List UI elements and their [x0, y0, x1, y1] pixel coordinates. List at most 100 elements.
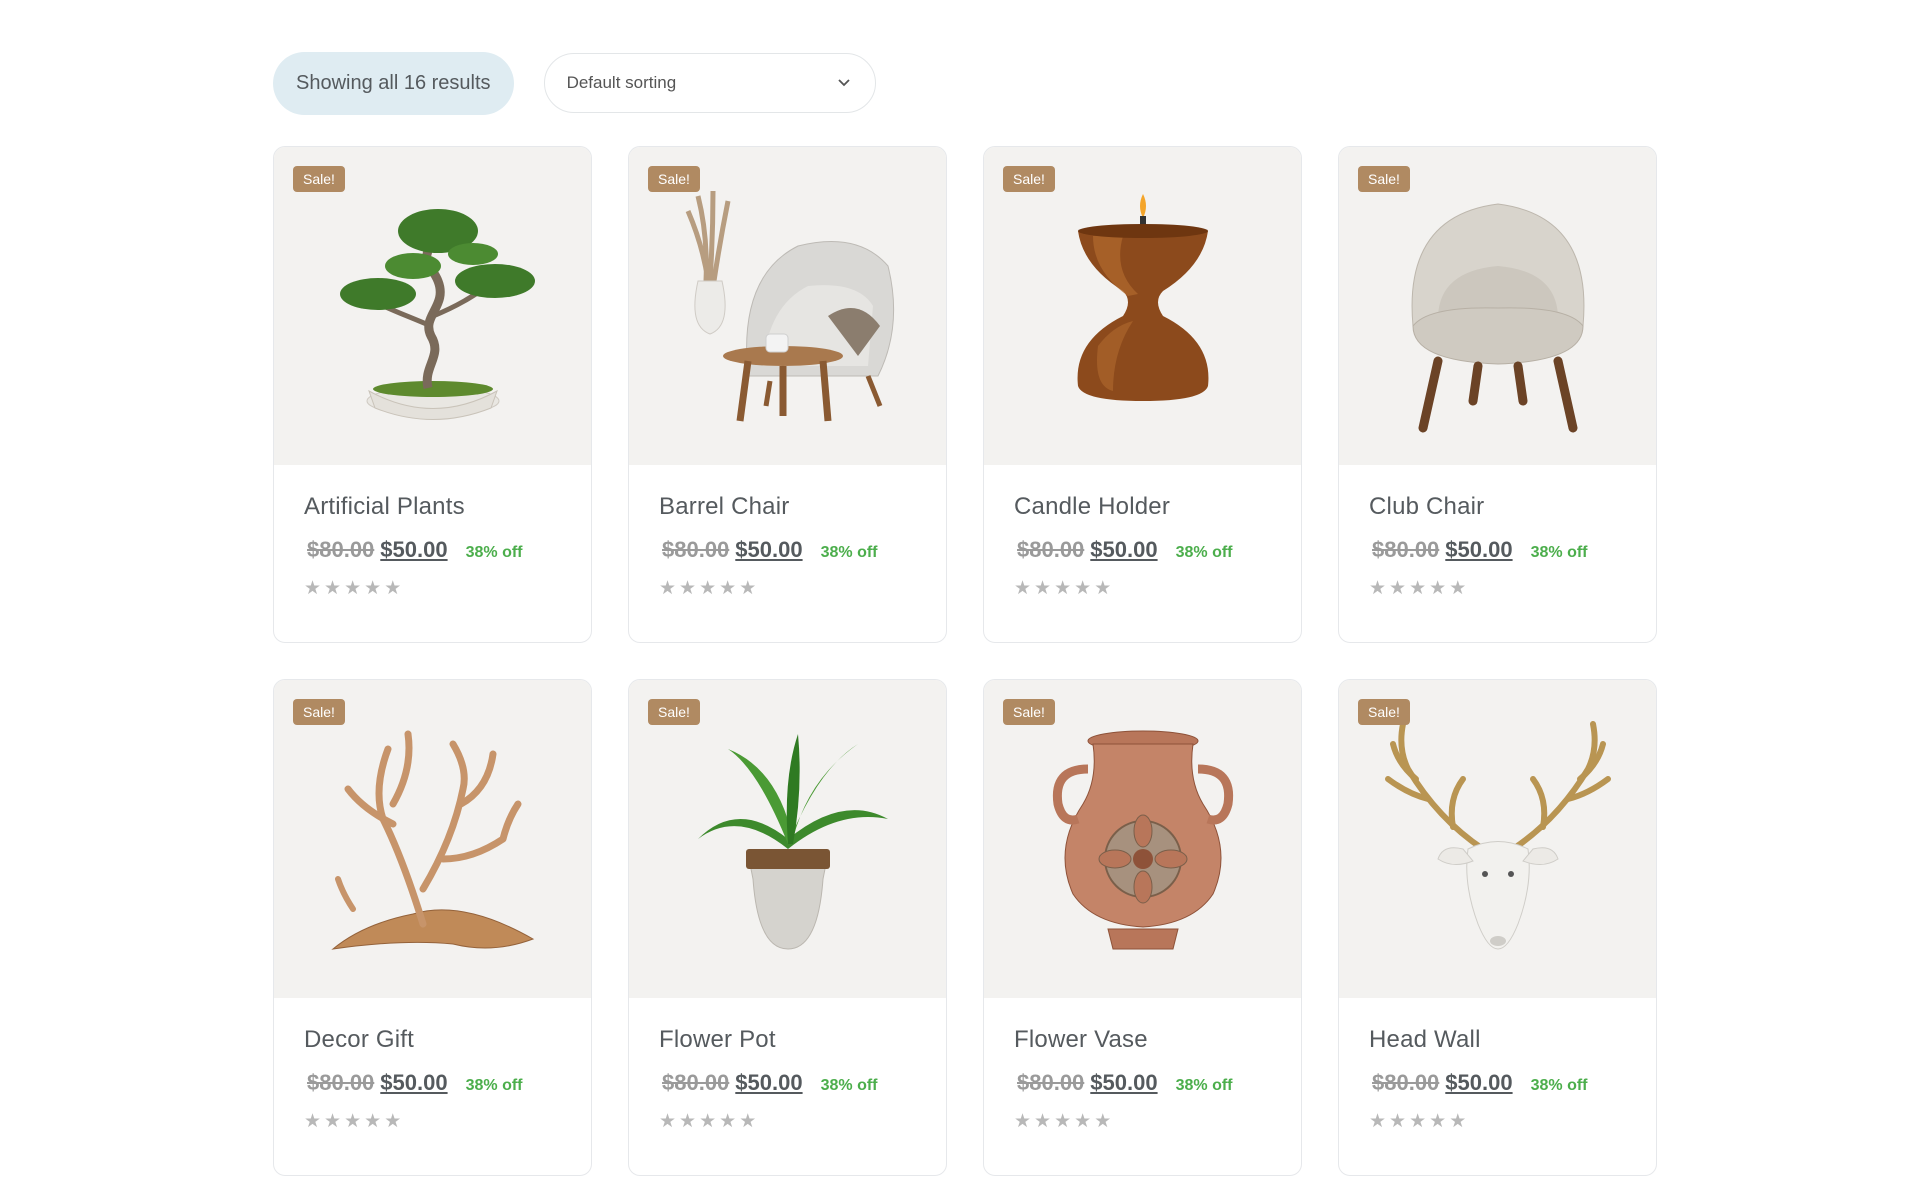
candle-holder-image	[1077, 194, 1208, 401]
sale-price: $50.00	[1445, 1070, 1513, 1095]
price-row: $80.00 $50.00 38% off	[1369, 1070, 1626, 1096]
sort-select[interactable]: Default sorting	[543, 53, 876, 113]
star-icon: ★	[1389, 1111, 1407, 1132]
star-icon: ★	[364, 1111, 382, 1132]
discount-label: 38% off	[1530, 544, 1588, 561]
star-icon: ★	[1429, 578, 1447, 599]
sale-badge: Sale!	[1003, 166, 1055, 192]
sale-badge: Sale!	[1003, 699, 1055, 725]
product-title[interactable]: Flower Pot	[659, 1026, 916, 1054]
product-title[interactable]: Decor Gift	[304, 1026, 561, 1054]
product-card[interactable]: Sale! Club Chair $80.00 $50.00 38% off ★…	[1338, 146, 1657, 643]
star-icon: ★	[739, 578, 757, 599]
star-icon: ★	[1054, 578, 1072, 599]
product-title[interactable]: Head Wall	[1369, 1026, 1626, 1054]
product-card[interactable]: Sale! Barrel Chair $80.00 $50.00 38% off	[628, 146, 947, 643]
product-image[interactable]: Sale!	[629, 680, 946, 998]
price-row: $80.00 $50.00 38% off	[304, 1070, 561, 1096]
discount-label: 38% off	[1175, 1077, 1233, 1094]
product-card[interactable]: Sale! Decor Gift $80.00 $50.00 38% off ★…	[273, 679, 592, 1176]
product-card[interactable]: Sale! Artificial Plants $80.00 $50.00 38	[273, 146, 592, 643]
price-row: $80.00 $50.00 38% off	[659, 1070, 916, 1096]
product-image[interactable]: Sale!	[1339, 680, 1656, 998]
sale-badge: Sale!	[293, 166, 345, 192]
sale-price: $50.00	[1090, 537, 1158, 562]
shop-toolbar: Showing all 16 results Default sorting	[273, 51, 876, 115]
sale-badge: Sale!	[648, 699, 700, 725]
discount-label: 38% off	[820, 544, 878, 561]
product-image[interactable]: Sale!	[1339, 147, 1656, 465]
sale-price: $50.00	[380, 1070, 448, 1095]
discount-label: 38% off	[465, 1077, 523, 1094]
discount-label: 38% off	[1530, 1077, 1588, 1094]
product-image[interactable]: Sale!	[984, 680, 1301, 998]
star-icon: ★	[1094, 1111, 1112, 1132]
sale-price: $50.00	[380, 537, 448, 562]
star-rating: ★ ★ ★ ★ ★	[1369, 577, 1626, 600]
old-price: $80.00	[662, 1070, 730, 1095]
sale-badge: Sale!	[1358, 166, 1410, 192]
sale-price: $50.00	[735, 1070, 803, 1095]
star-icon: ★	[384, 1111, 402, 1132]
old-price: $80.00	[1372, 1070, 1440, 1095]
product-grid: Sale! Artificial Plants $80.00 $50.00 38	[273, 146, 1657, 1176]
discount-label: 38% off	[1175, 544, 1233, 561]
star-icon: ★	[679, 1111, 697, 1132]
star-icon: ★	[719, 578, 737, 599]
star-icon: ★	[1449, 578, 1467, 599]
product-card[interactable]: Sale! Flower Pot $80.00 $50.00 38% off ★…	[628, 679, 947, 1176]
product-title[interactable]: Artificial Plants	[304, 493, 561, 521]
star-icon: ★	[1369, 1111, 1387, 1132]
old-price: $80.00	[307, 537, 375, 562]
star-rating: ★ ★ ★ ★ ★	[1014, 1110, 1271, 1133]
product-card[interactable]: Sale! Candle Holder $80.00 $50.00 38% of…	[983, 146, 1302, 643]
potted-plant-image	[697, 734, 888, 950]
product-title[interactable]: Barrel Chair	[659, 493, 916, 521]
product-image[interactable]: Sale!	[274, 680, 591, 998]
sort-select-value: Default sorting	[566, 73, 677, 92]
product-image[interactable]: Sale!	[629, 147, 946, 465]
star-icon: ★	[364, 578, 382, 599]
deer-head-image	[1384, 721, 1611, 950]
discount-label: 38% off	[465, 544, 523, 561]
star-rating: ★ ★ ★ ★ ★	[659, 577, 916, 600]
product-image[interactable]: Sale!	[274, 147, 591, 465]
barrel-chair-image	[685, 190, 894, 422]
club-chair-image	[1411, 203, 1584, 433]
star-icon: ★	[324, 1111, 342, 1132]
product-card[interactable]: Sale! Head Wall $80.00 $50.00 38% off ★ …	[1338, 679, 1657, 1176]
product-title[interactable]: Candle Holder	[1014, 493, 1271, 521]
result-count: Showing all 16 results	[273, 51, 514, 115]
sale-badge: Sale!	[648, 166, 700, 192]
star-rating: ★ ★ ★ ★ ★	[659, 1110, 916, 1133]
star-icon: ★	[719, 1111, 737, 1132]
star-icon: ★	[1389, 578, 1407, 599]
star-icon: ★	[679, 578, 697, 599]
star-icon: ★	[659, 578, 677, 599]
star-icon: ★	[1409, 1111, 1427, 1132]
star-icon: ★	[1054, 1111, 1072, 1132]
price-row: $80.00 $50.00 38% off	[659, 537, 916, 563]
product-image[interactable]: Sale!	[984, 147, 1301, 465]
sale-price: $50.00	[1090, 1070, 1158, 1095]
star-icon: ★	[384, 578, 402, 599]
star-icon: ★	[1449, 1111, 1467, 1132]
star-icon: ★	[324, 578, 342, 599]
star-icon: ★	[344, 578, 362, 599]
driftwood-image	[330, 730, 534, 950]
product-title[interactable]: Club Chair	[1369, 493, 1626, 521]
sale-price: $50.00	[1445, 537, 1513, 562]
chevron-down-icon	[835, 74, 853, 92]
price-row: $80.00 $50.00 38% off	[1014, 1070, 1271, 1096]
star-rating: ★ ★ ★ ★ ★	[1369, 1110, 1626, 1133]
sale-badge: Sale!	[293, 699, 345, 725]
sale-badge: Sale!	[1358, 699, 1410, 725]
bonsai-image	[339, 209, 535, 420]
star-icon: ★	[1369, 578, 1387, 599]
star-icon: ★	[659, 1111, 677, 1132]
product-card[interactable]: Sale! Flower Vase $80.00 $50.00 38% off …	[983, 679, 1302, 1176]
product-title[interactable]: Flower Vase	[1014, 1026, 1271, 1054]
old-price: $80.00	[307, 1070, 375, 1095]
star-icon: ★	[1014, 578, 1032, 599]
star-icon: ★	[699, 1111, 717, 1132]
